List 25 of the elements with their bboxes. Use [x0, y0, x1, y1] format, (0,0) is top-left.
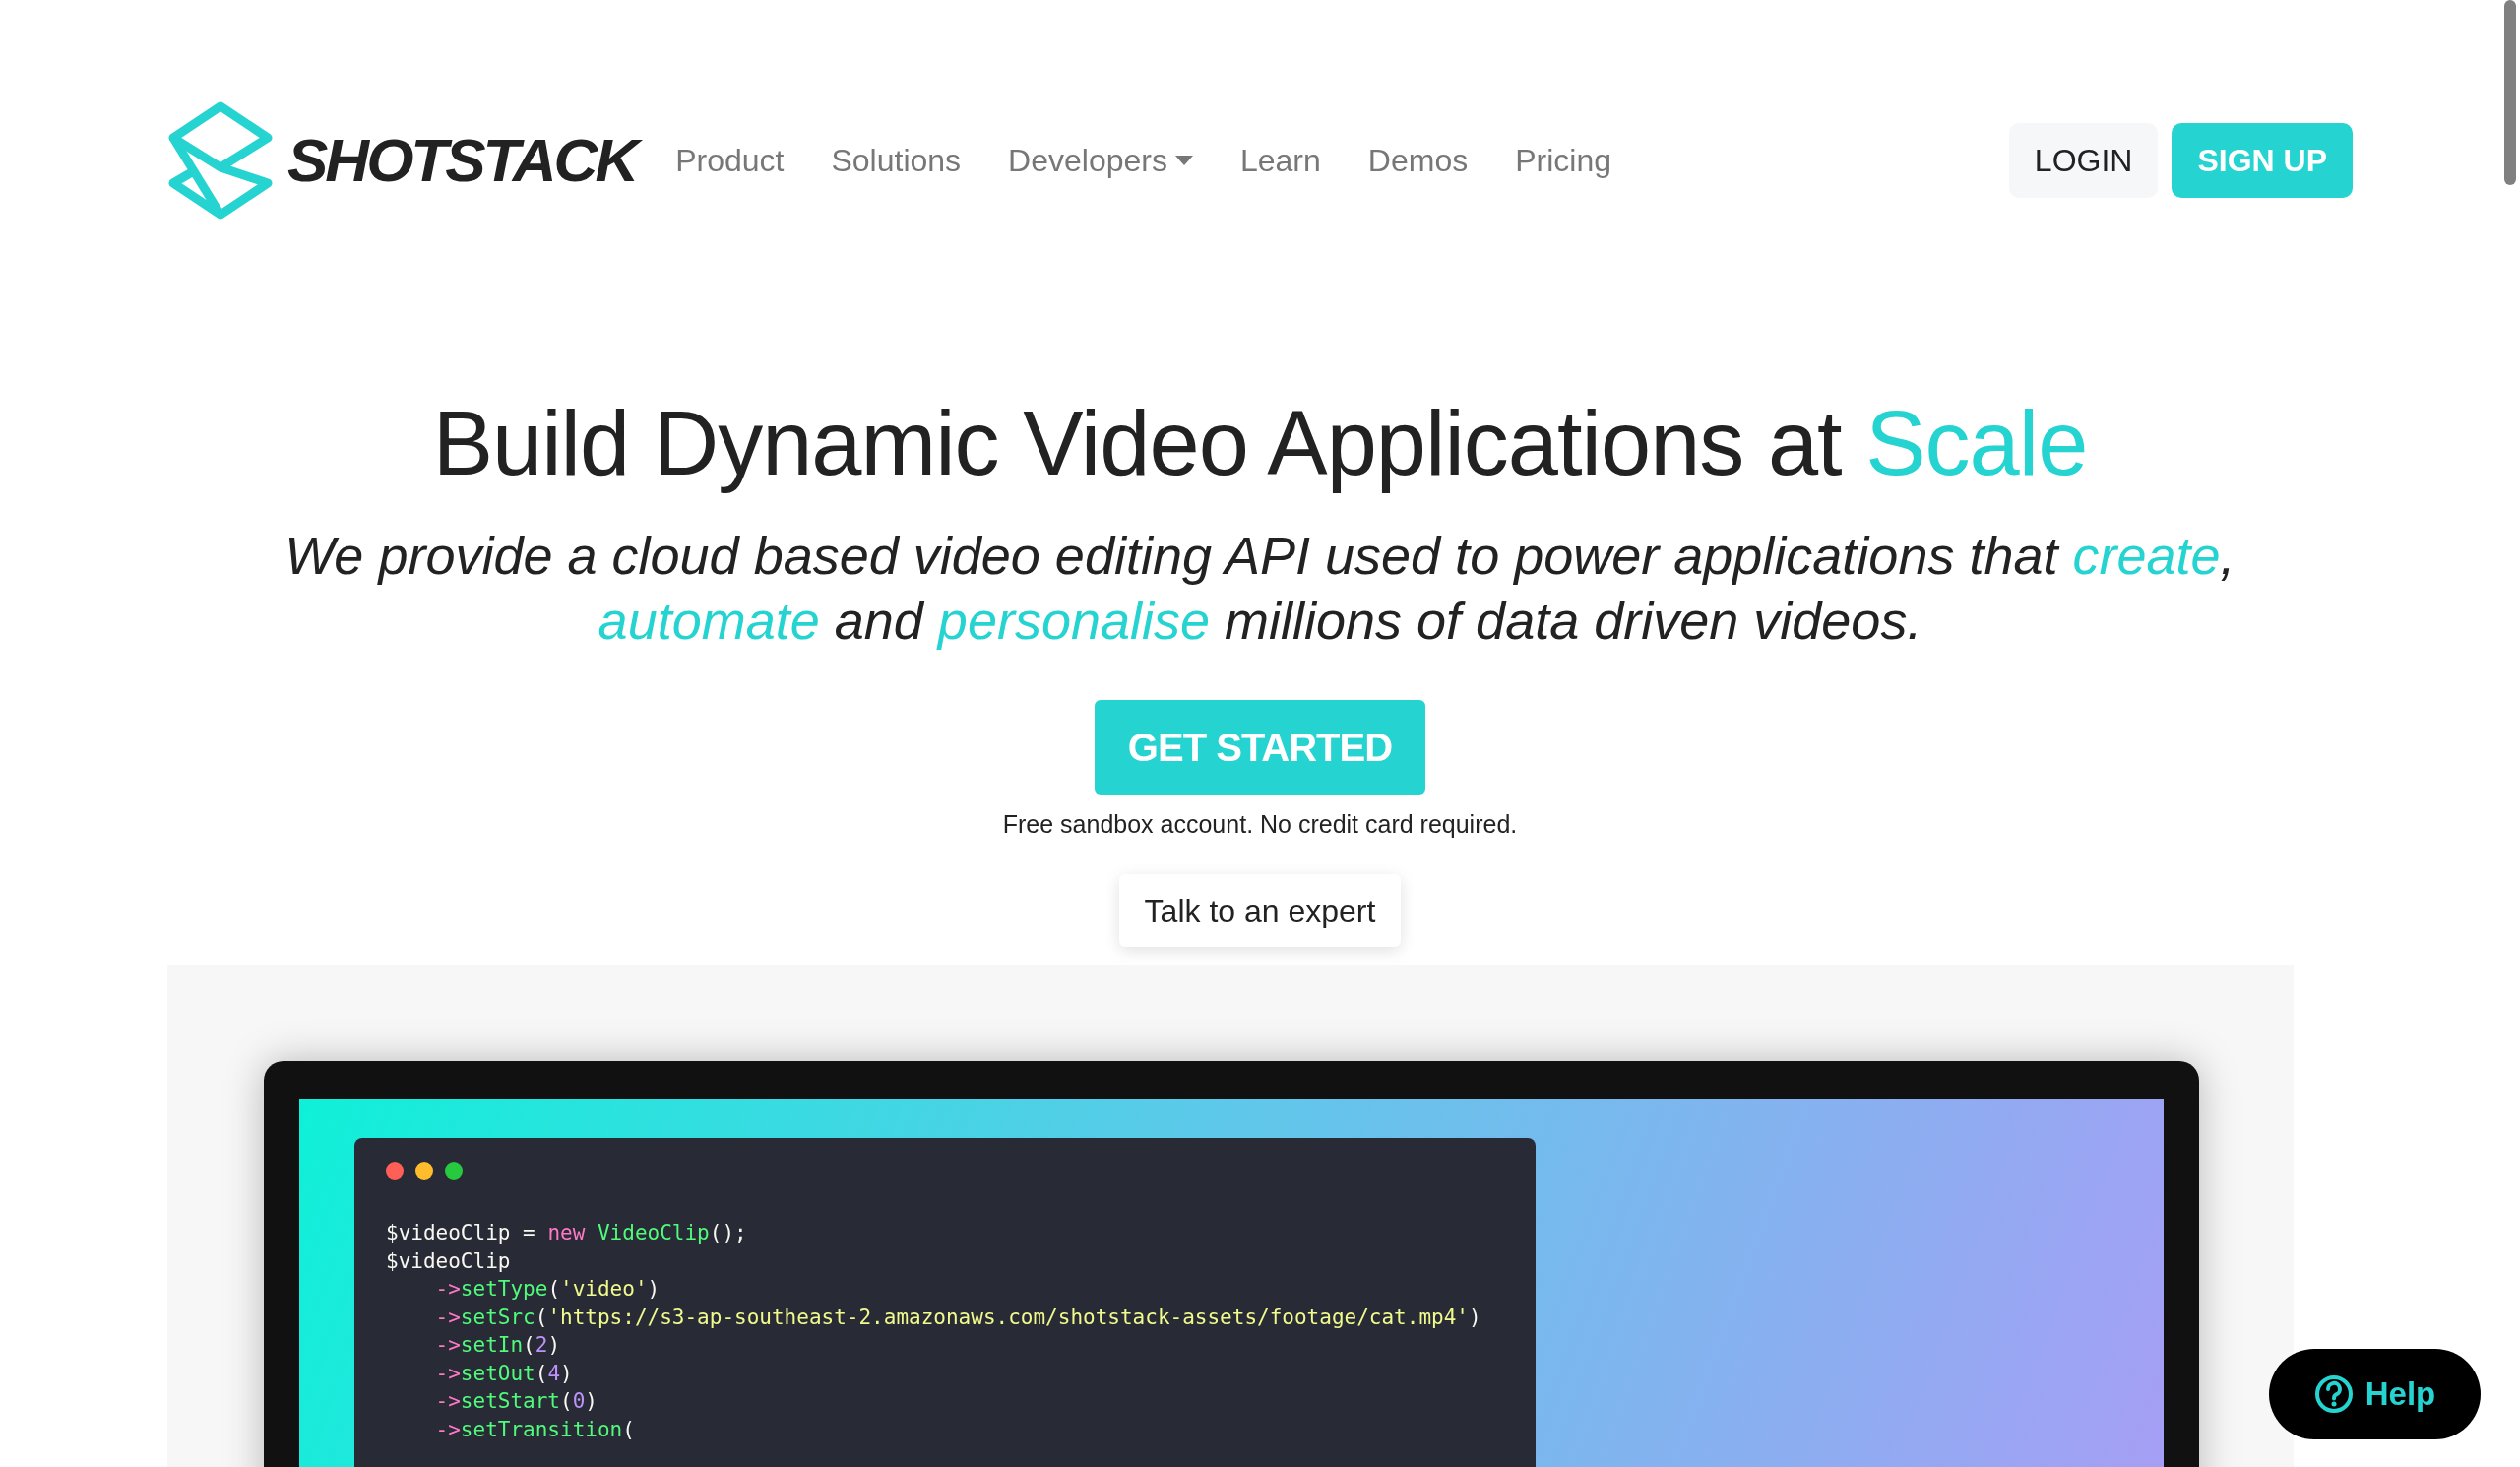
hero-heading: Build Dynamic Video Applications at Scale: [432, 392, 2088, 495]
nav-link[interactable]: Developers: [1008, 142, 1193, 179]
sandbox-note: Free sandbox account. No credit card required.: [1002, 810, 1518, 839]
nav-link[interactable]: Solutions: [831, 142, 962, 179]
code-line: $videoClip: [386, 1247, 511, 1275]
logo[interactable]: SHOTSTACK: [167, 100, 647, 221]
nav-link[interactable]: Learn: [1239, 142, 1321, 179]
talk-to-expert-button[interactable]: Talk to an expert: [1118, 874, 1402, 947]
help-button[interactable]: Help: [2269, 1349, 2481, 1439]
code-line: $videoClip = new VideoClip();: [386, 1220, 747, 1246]
scrollbar-thumb[interactable]: [2504, 0, 2516, 185]
code-line: ->setOut(4): [434, 1360, 573, 1387]
nav-link[interactable]: Demos: [1367, 142, 1469, 179]
login-button[interactable]: LOGIN: [2008, 123, 2159, 198]
code-line: ->setTransition(: [434, 1416, 635, 1443]
code-line: ->setType('video'): [434, 1276, 661, 1303]
nav-link[interactable]: Pricing: [1515, 142, 1611, 179]
code-line: ->setSrc('https://s3-ap-southeast-2.amazonaws.com/shotstack-assets/footage/cat.mp4'): [434, 1304, 1481, 1331]
caret-icon: [1174, 156, 1193, 165]
logo-icon: [167, 100, 274, 221]
hero-subtitle: We provide a cloud based video editing API used to power applications that create, automate and personalise millions of data driven videos.: [284, 525, 2236, 652]
help-icon: [2313, 1374, 2354, 1414]
nav-link[interactable]: Product: [675, 142, 785, 179]
code-line: ->setIn(2): [434, 1332, 561, 1359]
code-line: ->setStart(0): [434, 1388, 598, 1415]
